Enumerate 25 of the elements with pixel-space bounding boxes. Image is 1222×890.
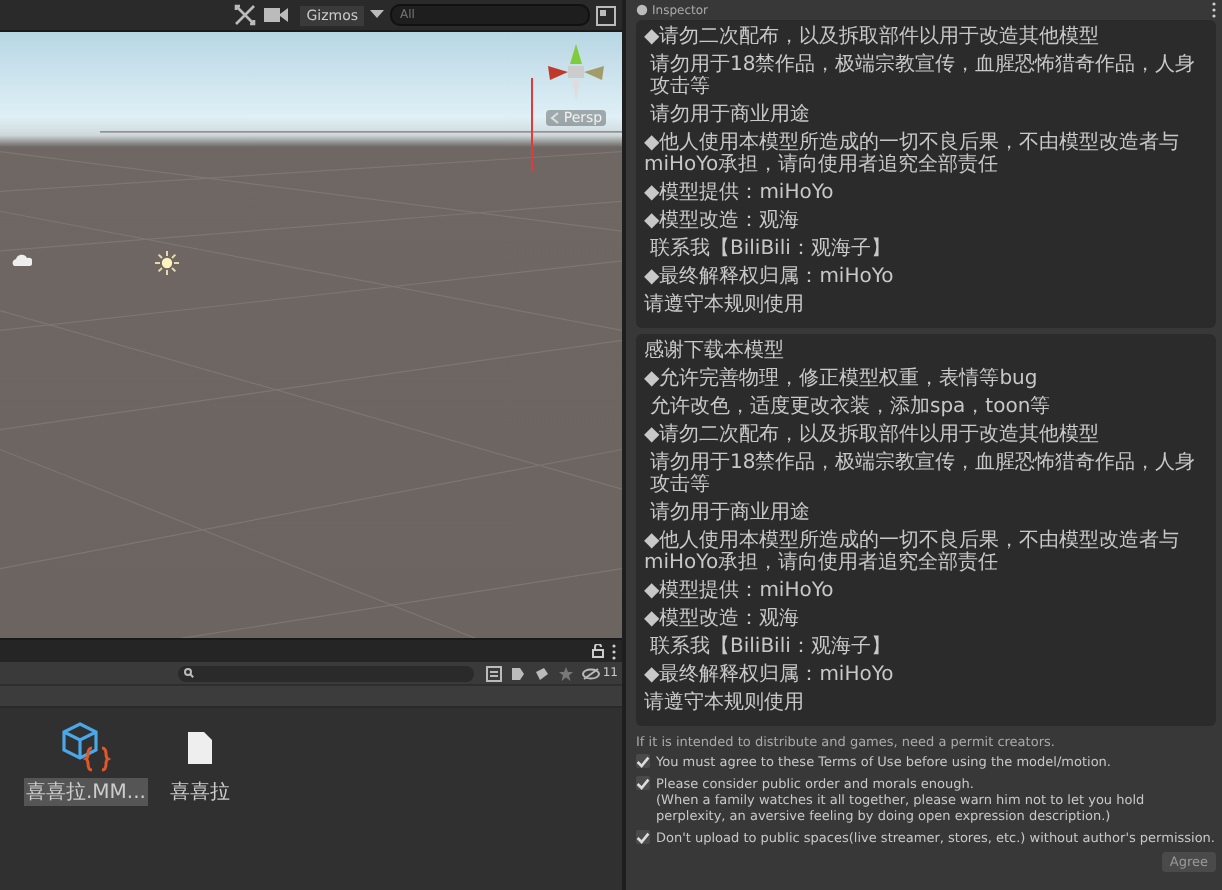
- rule-text: 请勿用于商业用途: [648, 104, 812, 126]
- rule-text: ◆他人使用本模型所造成的一切不良后果，不由模型改造者与miHoYo承担，请向使用者追究全部责任: [644, 530, 1182, 574]
- rule-text: 请遵守本规则使用: [644, 692, 806, 714]
- rule-text: ◆模型改造：观海: [644, 608, 802, 630]
- rule-text: ◆允许完善物理，修正模型权重，表情等bug: [644, 368, 1040, 390]
- rule-text: 请勿用于18禁作品，极端宗教宣传，血腥恐怖猎奇作品，人身攻击等: [648, 54, 1198, 98]
- asset-label[interactable]: 喜喜拉.MM...: [24, 778, 148, 806]
- rule-text: ◆最终解释权归属：miHoYo: [644, 664, 896, 686]
- rule-text: ◆他人使用本模型所造成的一切不良后果，不由模型改造者与miHoYo承担，请向使用者追究全部责任: [644, 132, 1182, 176]
- rule-text: ◆模型改造：观海: [644, 210, 802, 232]
- rule-text: 允许改色，适度更改衣装，添加spa，toon等: [648, 396, 1053, 418]
- rule-text: ◆模型提供：miHoYo: [644, 182, 836, 204]
- asset-label[interactable]: 喜喜拉: [167, 778, 232, 806]
- rule-text: 联系我【BiliBili：观海子】: [648, 238, 893, 260]
- rule-text: ◆请勿二次配布，以及拆取部件以用于改造其他模型: [644, 424, 1102, 446]
- rule-text: 请勿用于18禁作品，极端宗教宣传，血腥恐怖猎奇作品，人身攻击等: [648, 452, 1198, 496]
- rule-text: 联系我【BiliBili：观海子】: [648, 636, 893, 658]
- rule-text: 请勿用于商业用途: [648, 502, 812, 524]
- rule-text: 请遵守本规则使用: [644, 294, 806, 316]
- rule-text: ◆请勿二次配布，以及拆取部件以用于改造其他模型: [644, 26, 1102, 48]
- asset-item[interactable]: 喜喜拉.MM...: [24, 720, 148, 806]
- rule-text: ◆模型提供：miHoYo: [644, 580, 836, 602]
- rule-text: 感谢下载本模型: [644, 340, 786, 362]
- rule-text: ◆最终解释权归属：miHoYo: [644, 266, 896, 288]
- asset-item[interactable]: 喜喜拉: [167, 720, 232, 806]
